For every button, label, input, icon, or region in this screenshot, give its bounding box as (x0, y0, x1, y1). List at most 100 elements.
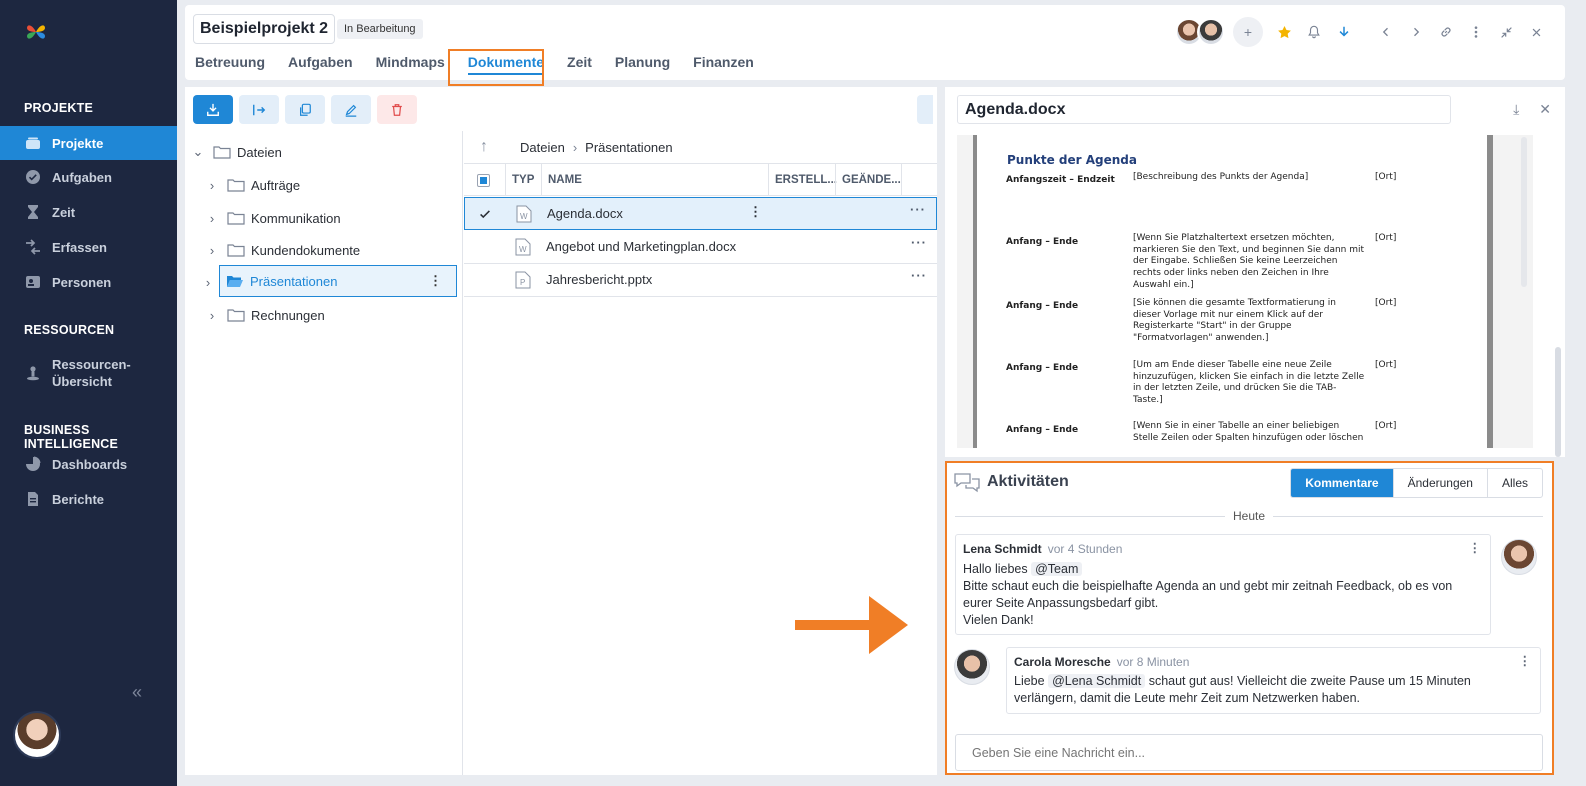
status-badge[interactable]: In Bearbeitung (337, 19, 423, 39)
toolbar-more-button[interactable] (917, 95, 933, 124)
project-header: Beispielprojekt 2 In Bearbeitung Betreuu… (185, 5, 1565, 80)
tree-item-praesentationen[interactable]: Präsentationen ⋮ (219, 265, 457, 297)
arrow-up-icon[interactable]: ↑ (464, 138, 504, 156)
user-avatar[interactable] (13, 711, 61, 759)
pencil-icon (345, 104, 357, 117)
sidebar-item-aufgaben[interactable]: Aufgaben (0, 160, 177, 194)
column-header-typ[interactable]: TYP (505, 164, 541, 196)
collapse-sidebar-button[interactable]: « (132, 682, 142, 703)
day-separator: Heute (955, 507, 1543, 525)
table-row[interactable]: P Jahresbericht.pptx ··· (464, 264, 937, 297)
comment-author[interactable]: Lena Schmidt (963, 542, 1042, 556)
mention-tag[interactable]: @Team (1031, 562, 1083, 576)
panel-scrollbar[interactable] (1555, 347, 1561, 457)
select-all-checkbox[interactable] (464, 164, 504, 196)
more-vertical-icon[interactable]: ⋮ (749, 204, 762, 220)
comment-time: vor 8 Minuten (1116, 655, 1190, 669)
comment-avatar[interactable] (1501, 539, 1537, 575)
tree-item-label: Kundendokumente (251, 242, 361, 258)
table-row[interactable]: W Agenda.docx ⋮ ··· (464, 197, 937, 230)
tree-expand-praesentationen[interactable]: › (205, 267, 219, 297)
sidebar-item-ressourcen-uebersicht[interactable]: Ressourcen- Übersicht (0, 351, 177, 395)
tree-item-kommunikation[interactable]: › Kommunikation (205, 203, 341, 233)
add-member-button[interactable]: + (1233, 17, 1263, 47)
breadcrumb-item[interactable]: Dateien (520, 140, 565, 155)
tree-item-auftraege[interactable]: › Aufträge (205, 170, 300, 200)
column-header-name[interactable]: NAME (541, 164, 768, 196)
sidebar-item-berichte[interactable]: Berichte (0, 482, 177, 516)
close-icon[interactable] (1521, 17, 1551, 47)
agenda-location: [Ort] (1375, 298, 1397, 308)
message-input[interactable] (955, 734, 1543, 771)
close-icon[interactable]: ✕ (1539, 101, 1551, 118)
sidebar-item-projekte[interactable]: Projekte (0, 126, 177, 160)
star-icon[interactable] (1269, 17, 1299, 47)
project-title[interactable]: Beispielprojekt 2 (193, 14, 336, 44)
column-header-erstellt[interactable]: ERSTELL... (768, 164, 837, 196)
more-vertical-icon[interactable]: ⋮ (1469, 540, 1482, 557)
sidebar-item-dashboards[interactable]: Dashboards (0, 447, 177, 481)
download-icon[interactable] (1329, 17, 1359, 47)
file-name[interactable]: Angebot und Marketingplan.docx (546, 239, 736, 254)
tree-item-rechnungen[interactable]: › Rechnungen (205, 300, 325, 330)
table-row[interactable]: W Angebot und Marketingplan.docx ··· (464, 231, 937, 264)
row-checkbox[interactable] (478, 207, 492, 224)
sidebar-item-personen[interactable]: Personen (0, 265, 177, 299)
member-avatar[interactable] (1197, 18, 1225, 46)
chevron-right-icon[interactable]: › (205, 275, 211, 290)
filter-aenderungen[interactable]: Änderungen (1392, 469, 1487, 497)
more-vertical-icon[interactable] (1461, 17, 1491, 47)
more-horizontal-icon[interactable]: ··· (910, 202, 926, 217)
tab-betreuung[interactable]: Betreuung (195, 49, 265, 75)
more-horizontal-icon[interactable]: ··· (911, 268, 927, 283)
agenda-description: [Sie können die gesamte Textformatierung… (1133, 298, 1336, 344)
file-name[interactable]: Agenda.docx (547, 206, 623, 221)
document-page[interactable]: Punkte der Agenda Anfangszeit – Endzeit … (973, 135, 1493, 448)
rename-button[interactable] (331, 95, 371, 124)
delete-button[interactable] (377, 95, 417, 124)
chevron-left-icon[interactable] (1371, 17, 1401, 47)
sidebar-item-zeit[interactable]: Zeit (0, 195, 177, 229)
preview-title[interactable]: Agenda.docx (957, 95, 1451, 124)
chevron-right-icon[interactable] (1401, 17, 1431, 47)
chevron-right-icon[interactable]: › (205, 211, 219, 226)
tab-mindmaps[interactable]: Mindmaps (376, 49, 445, 75)
tab-finanzen[interactable]: Finanzen (693, 49, 754, 75)
comment-author[interactable]: Carola Moresche (1014, 655, 1111, 669)
upload-button[interactable] (193, 95, 233, 124)
chevron-right-icon[interactable]: › (205, 178, 219, 193)
chevron-right-icon[interactable]: › (205, 308, 219, 323)
file-name[interactable]: Jahresbericht.pptx (546, 272, 652, 287)
folder-icon (227, 244, 245, 257)
comment-avatar[interactable] (954, 649, 990, 685)
hourglass-icon (24, 203, 42, 221)
tree-item-kundendokumente[interactable]: › Kundendokumente (205, 235, 360, 265)
sidebar-item-label: Berichte (52, 491, 105, 507)
tab-aufgaben[interactable]: Aufgaben (288, 49, 353, 75)
tree-item-dateien[interactable]: ⌄ Dateien (191, 137, 282, 167)
tab-zeit[interactable]: Zeit (567, 49, 592, 75)
more-vertical-icon[interactable]: ⋮ (429, 273, 442, 289)
page-scrollbar[interactable] (1521, 137, 1527, 287)
folder-open-icon (227, 276, 243, 287)
download-icon[interactable]: ⤓ (1513, 101, 1519, 118)
sidebar-item-erfassen[interactable]: Erfassen (0, 230, 177, 264)
minimize-icon[interactable] (1491, 17, 1521, 47)
chevron-right-icon[interactable]: › (205, 243, 219, 258)
activities-panel: Aktivitäten Kommentare Änderungen Alles … (945, 461, 1554, 775)
bell-icon[interactable] (1299, 17, 1329, 47)
link-icon[interactable] (1431, 17, 1461, 47)
chevron-down-icon[interactable]: ⌄ (191, 144, 205, 160)
filter-alles[interactable]: Alles (1486, 469, 1542, 497)
move-button[interactable] (239, 95, 279, 124)
tab-planung[interactable]: Planung (615, 49, 670, 75)
breadcrumb-item[interactable]: Präsentationen (585, 140, 672, 155)
copy-button[interactable] (285, 95, 325, 124)
svg-text:W: W (519, 245, 527, 254)
app-logo[interactable] (24, 20, 48, 44)
filter-kommentare[interactable]: Kommentare (1291, 469, 1393, 497)
mention-tag[interactable]: @Lena Schmidt (1048, 674, 1146, 688)
more-vertical-icon[interactable]: ⋮ (1519, 653, 1532, 670)
more-horizontal-icon[interactable]: ··· (911, 235, 927, 250)
column-header-geaendert[interactable]: GEÄNDE... (835, 164, 901, 196)
